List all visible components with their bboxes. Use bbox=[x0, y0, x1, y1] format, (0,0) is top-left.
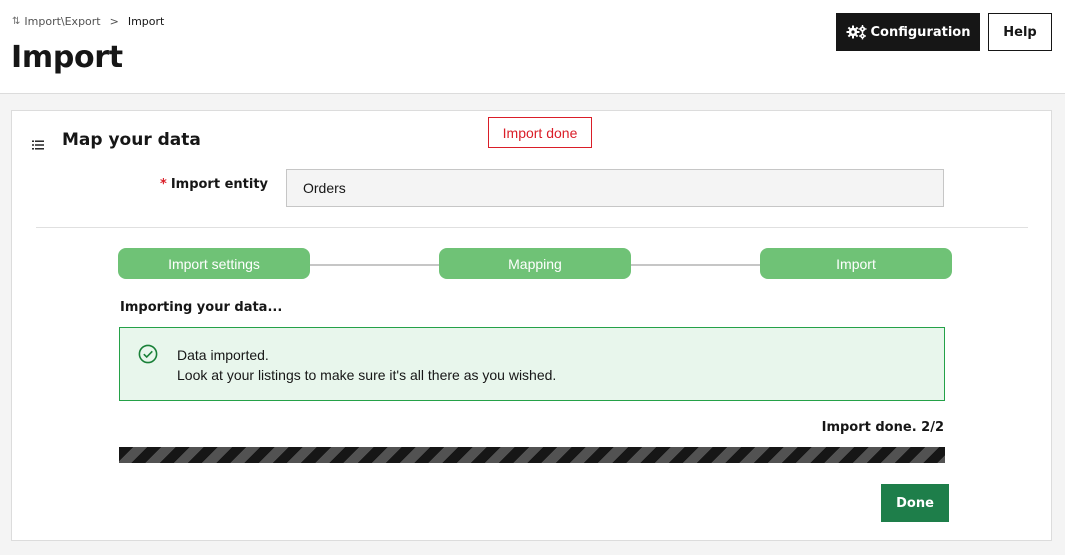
list-icon bbox=[32, 135, 44, 150]
configuration-label: Configuration bbox=[870, 24, 971, 40]
done-button[interactable]: Done bbox=[881, 484, 949, 522]
section-divider bbox=[36, 227, 1028, 228]
configuration-button[interactable]: Configuration bbox=[836, 13, 980, 51]
step-import-settings[interactable]: Import settings bbox=[118, 248, 310, 279]
required-marker: * bbox=[160, 177, 167, 192]
import-entity-field[interactable]: Orders bbox=[286, 169, 944, 207]
page-title: Import bbox=[11, 40, 123, 75]
notification-subtitle: Look at your listings to make sure it's … bbox=[177, 367, 557, 383]
step-connector bbox=[631, 264, 760, 266]
step-mapping[interactable]: Mapping bbox=[439, 248, 631, 279]
notification-title: Data imported. bbox=[177, 347, 269, 363]
breadcrumb-current: Import bbox=[127, 15, 165, 28]
import-done-toast: Import done bbox=[488, 117, 592, 148]
page-header: ⇅ Import\Export > Import Import Configur… bbox=[0, 0, 1065, 94]
success-notification: Data imported. Look at your listings to … bbox=[119, 327, 945, 401]
gears-icon bbox=[846, 24, 868, 40]
import-entity-label-text: Import entity bbox=[170, 177, 269, 192]
importing-heading: Importing your data... bbox=[120, 300, 283, 315]
step-import[interactable]: Import bbox=[760, 248, 952, 279]
section-title: Map your data bbox=[62, 130, 201, 150]
breadcrumb-parent-link[interactable]: Import\Export bbox=[24, 15, 100, 28]
checkmark-circle-icon bbox=[138, 344, 158, 364]
help-button[interactable]: Help bbox=[988, 13, 1052, 51]
breadcrumb-separator: > bbox=[109, 15, 119, 28]
breadcrumb: ⇅ Import\Export > Import bbox=[12, 15, 164, 28]
import-export-icon: ⇅ bbox=[12, 16, 21, 27]
progress-label: Import done. 2/2 bbox=[821, 420, 944, 435]
step-connector bbox=[310, 264, 439, 266]
import-entity-label: * Import entity bbox=[160, 177, 268, 192]
map-data-card: Map your data Import done * Import entity… bbox=[11, 110, 1052, 541]
progress-bar bbox=[119, 447, 945, 463]
progress-bar-fill bbox=[119, 447, 945, 463]
